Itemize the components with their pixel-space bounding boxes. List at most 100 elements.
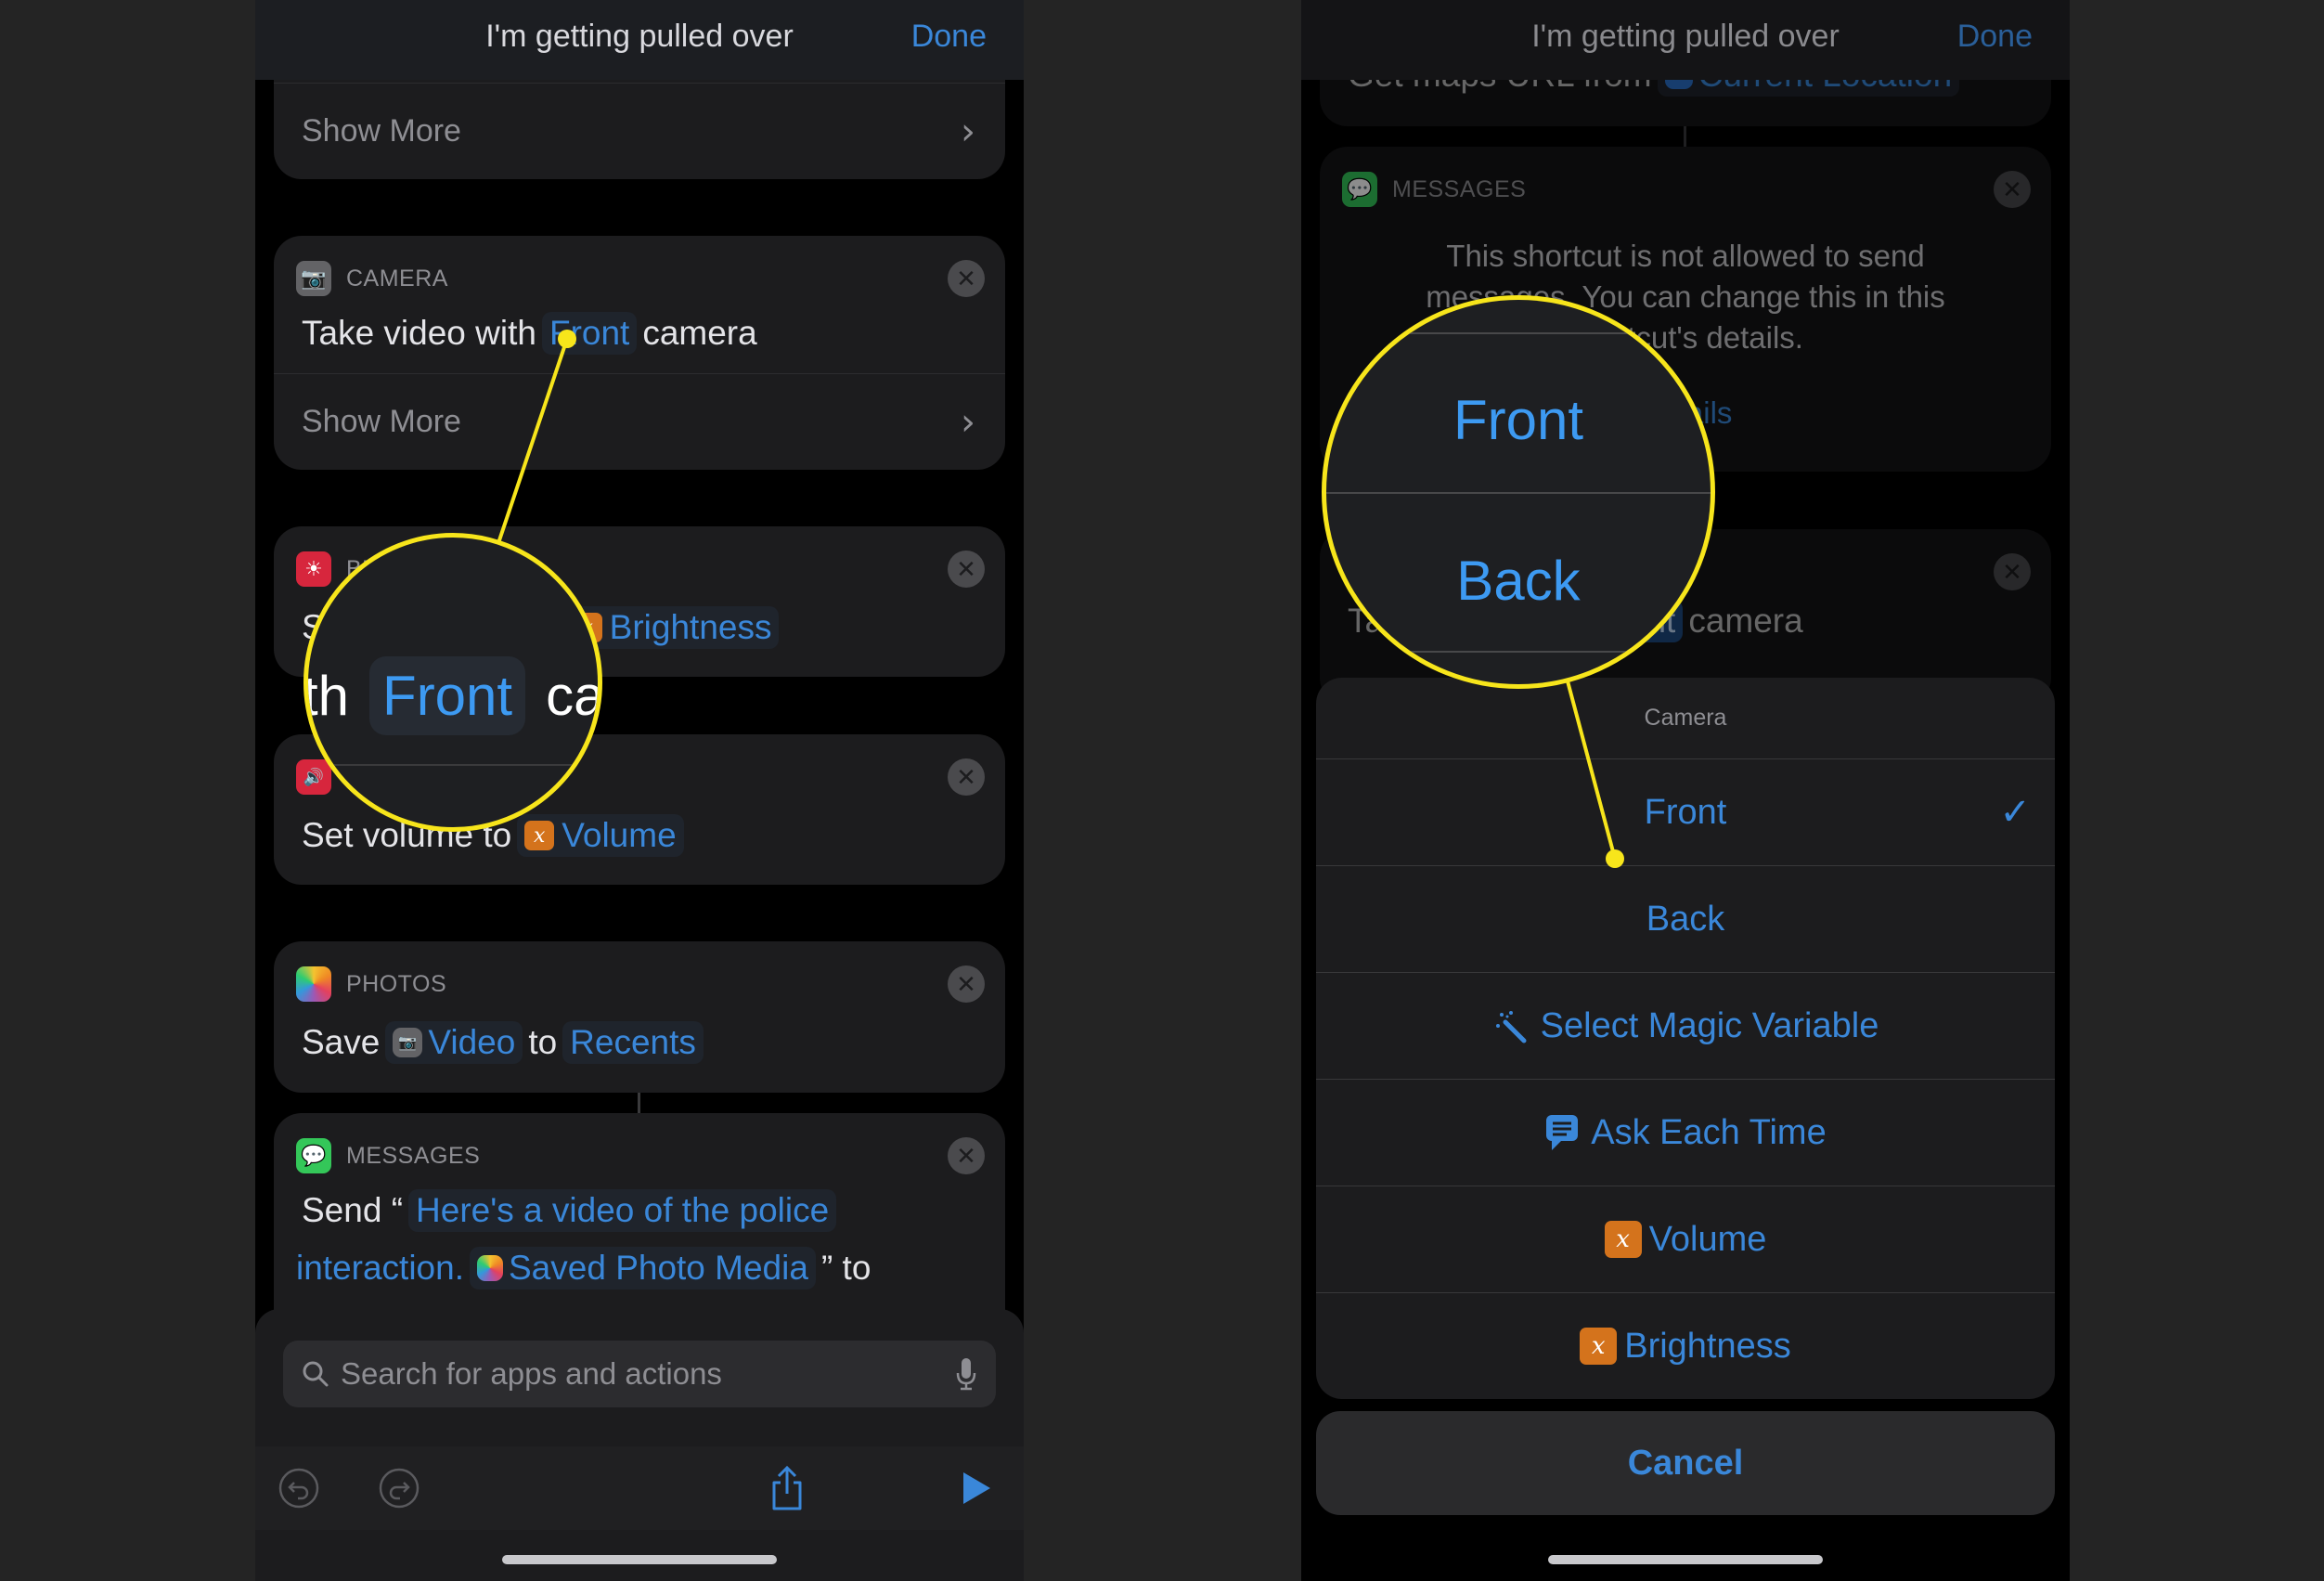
album-parameter-token[interactable]: Recents (562, 1021, 704, 1064)
saved-photo-media-token[interactable]: Saved Photo Media (470, 1247, 816, 1289)
magnified-divider (1326, 651, 1711, 653)
action-text-before: Save (302, 1023, 381, 1061)
action-text-before: Take video with (302, 314, 536, 352)
action-text: Send “ Here's a video of the police (302, 1189, 842, 1232)
zoom-magnifier: th Front ca (303, 533, 602, 832)
show-more-label: Show More (302, 113, 461, 149)
editor-toolbar (255, 1446, 1024, 1530)
share-icon (772, 1465, 802, 1510)
app-label: PHOTOS (346, 970, 447, 997)
chevron-right-icon: › (961, 400, 975, 444)
messages-app-icon: 💬 (296, 1138, 331, 1173)
zoom-magnifier: Front Back (1322, 295, 1715, 689)
search-input[interactable] (341, 1356, 955, 1392)
nav-bar: I'm getting pulled over Done (255, 0, 1024, 80)
action-text-mid: to (528, 1023, 558, 1061)
action-text-after: camera (642, 314, 757, 352)
phone-screen-right: I'm getting pulled over Done Get maps UR… (1301, 0, 2070, 1581)
run-button[interactable] (953, 1465, 1000, 1511)
remove-action-button[interactable]: ✕ (948, 260, 985, 297)
phone-screen-left: I'm getting pulled over Done Show More ›… (255, 0, 1024, 1581)
done-button[interactable]: Done (1957, 19, 2033, 55)
camera-parameter-token[interactable]: Front (541, 312, 638, 355)
select-magic-variable-button[interactable]: Select Magic Variable (1316, 972, 2055, 1079)
variable-icon: x (1580, 1328, 1618, 1365)
option-label: Back (1646, 899, 1725, 939)
action-text: Take video with Front camera (302, 312, 757, 355)
message-text-token[interactable]: Here's a video of the police (408, 1189, 837, 1232)
remove-action-button[interactable]: ✕ (948, 758, 985, 796)
app-label: MESSAGES (1392, 175, 1527, 202)
photos-app-icon (477, 1255, 503, 1281)
cancel-button[interactable]: Cancel (1316, 1411, 2055, 1515)
share-button[interactable] (764, 1465, 810, 1511)
magnified-option-front: Front (1452, 389, 1584, 451)
search-field[interactable] (283, 1341, 996, 1407)
variable-icon: x (524, 821, 555, 850)
photos-app-icon (296, 966, 331, 1002)
show-more-button[interactable]: Show More › (274, 83, 1005, 179)
action-text-after: ” to (820, 1249, 872, 1287)
variable-volume-option[interactable]: x Volume (1316, 1186, 2055, 1292)
remove-action-button[interactable]: ✕ (948, 551, 985, 588)
magnified-divider (1326, 492, 1711, 494)
option-label: Brightness (1624, 1326, 1791, 1366)
variable-icon: x (1604, 1221, 1642, 1258)
token-label: Saved Photo Media (509, 1249, 808, 1287)
speech-bubble-icon (1544, 1113, 1580, 1152)
warning-line: messages. You can change this in this (1426, 279, 1945, 314)
camera-icon: 📷 (393, 1028, 423, 1057)
action-search-panel (255, 1309, 1024, 1581)
shortcut-title: I'm getting pulled over (485, 19, 794, 54)
remove-action-button[interactable]: ✕ (1994, 553, 2031, 590)
message-text-continued[interactable]: interaction. (296, 1249, 464, 1288)
action-text-before: Send “ (302, 1191, 404, 1229)
messages-app-icon: 💬 (1342, 172, 1377, 207)
nav-bar: I'm getting pulled over Done (1301, 0, 2070, 80)
camera-options-sheet: Camera Front ✓ Back Select Magic Variabl… (1316, 678, 2055, 1399)
camera-action-card: 📷 CAMERA ✕ Take video with Front camera … (274, 236, 1005, 470)
action-text-line2: interaction. Saved Photo Media ” to (296, 1247, 871, 1289)
microphone-icon[interactable] (955, 1356, 977, 1392)
sheet-title: Camera (1644, 705, 1727, 731)
undo-button[interactable] (276, 1465, 322, 1511)
remove-action-button[interactable]: ✕ (948, 965, 985, 1003)
photos-action-card: PHOTOS ✕ Save 📷 Video to Recents (274, 941, 1005, 1093)
warning-line: This shortcut is not allowed to send (1446, 239, 1925, 273)
redo-button[interactable] (376, 1465, 422, 1511)
magnified-front-token: Front (369, 656, 526, 735)
option-label: Front (1644, 792, 1727, 832)
done-button[interactable]: Done (911, 19, 987, 55)
sun-icon: ☀ (296, 551, 331, 587)
app-label: CAMERA (346, 265, 448, 292)
action-connector (638, 1093, 640, 1113)
remove-action-button[interactable]: ✕ (948, 1137, 985, 1174)
magnified-divider (1326, 332, 1711, 334)
home-indicator (502, 1555, 777, 1564)
checkmark-icon: ✓ (1999, 792, 2031, 833)
shortcut-title: I'm getting pulled over (1531, 19, 1840, 54)
variable-brightness-option[interactable]: x Brightness (1316, 1292, 2055, 1399)
action-connector (1684, 126, 1686, 147)
option-front[interactable]: Front ✓ (1316, 758, 2055, 865)
camera-icon: 📷 (296, 261, 331, 296)
option-back[interactable]: Back (1316, 865, 2055, 972)
undo-icon (278, 1468, 319, 1509)
video-variable-token[interactable]: 📷 Video (385, 1021, 523, 1064)
magic-wand-icon (1492, 1007, 1530, 1044)
show-more-button[interactable]: Show More › (274, 373, 1005, 470)
token-label: Brightness (609, 608, 772, 646)
search-icon (303, 1361, 329, 1387)
chevron-right-icon: › (961, 110, 975, 153)
ask-each-time-button[interactable]: Ask Each Time (1316, 1079, 2055, 1186)
magnified-option-back: Back (1456, 550, 1581, 612)
redo-icon (379, 1468, 420, 1509)
show-more-label: Show More (302, 404, 461, 439)
remove-action-button[interactable]: ✕ (1994, 171, 2031, 208)
volume-variable-token[interactable]: x Volume (517, 814, 684, 857)
play-icon (963, 1472, 990, 1504)
token-label: Volume (562, 816, 677, 854)
option-label: Volume (1648, 1219, 1767, 1259)
magnified-text-before: th (303, 665, 350, 727)
magnified-text-after: ca (546, 665, 602, 727)
